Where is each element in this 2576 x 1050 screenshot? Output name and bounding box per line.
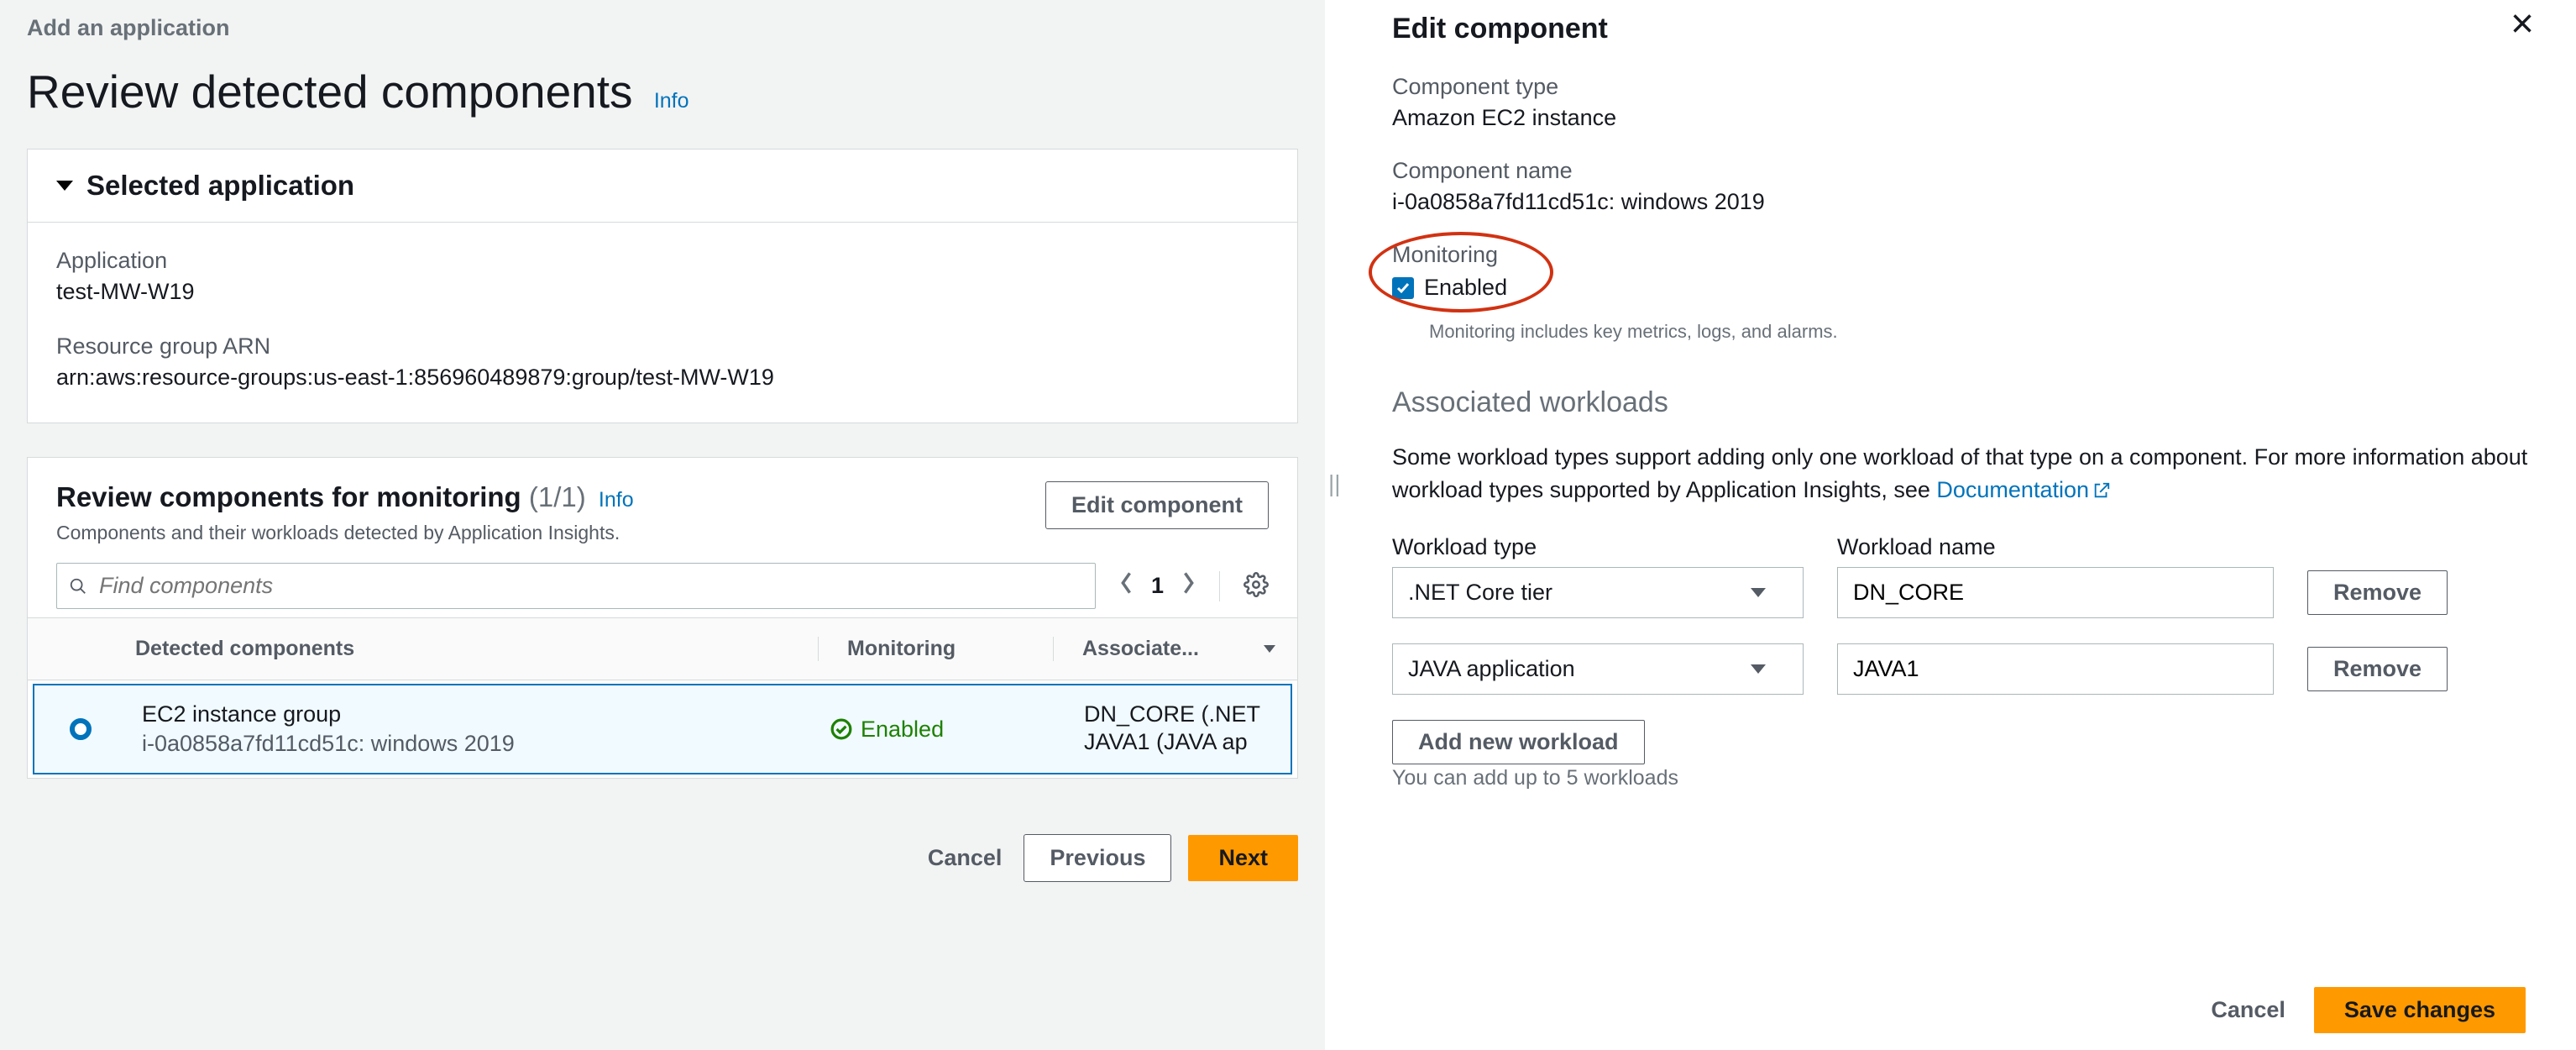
monitoring-status-text: Enabled bbox=[861, 717, 944, 743]
previous-button[interactable]: Previous bbox=[1024, 834, 1171, 882]
pager-current: 1 bbox=[1151, 573, 1164, 599]
application-label: Application bbox=[56, 248, 1269, 274]
external-link-icon bbox=[2092, 476, 2111, 509]
wizard-footer: Cancel Previous Next bbox=[27, 812, 1298, 916]
pager: 1 bbox=[1119, 571, 1196, 601]
col-header-associated[interactable]: Associate... bbox=[1054, 637, 1297, 661]
component-subtitle: i-0a0858a7fd11cd51c: windows 2019 bbox=[142, 731, 812, 757]
selected-application-panel: Selected application Application test-MW… bbox=[27, 149, 1298, 423]
pager-next[interactable] bbox=[1181, 571, 1196, 601]
workload-type-header: Workload type bbox=[1392, 534, 1804, 560]
selected-application-title: Selected application bbox=[86, 170, 354, 202]
pager-prev[interactable] bbox=[1119, 571, 1134, 601]
workload-type-select[interactable]: .NET Core tier bbox=[1392, 567, 1804, 618]
row-radio[interactable] bbox=[70, 718, 92, 740]
list-item: DN_CORE (.NET bbox=[1084, 701, 1269, 727]
search-input[interactable] bbox=[97, 572, 1083, 600]
workload-type-value: JAVA application bbox=[1408, 656, 1575, 682]
remove-workload-button[interactable]: Remove bbox=[2307, 570, 2448, 615]
resource-group-arn-label: Resource group ARN bbox=[56, 333, 1269, 360]
associated-workloads-description: Some workload types support adding only … bbox=[1392, 441, 2534, 509]
monitoring-checkbox[interactable] bbox=[1392, 277, 1414, 299]
col-header-components[interactable]: Detected components bbox=[120, 637, 819, 661]
divider bbox=[1219, 571, 1220, 601]
drawer-cancel-button[interactable]: Cancel bbox=[2206, 996, 2291, 1024]
component-type-value: Amazon EC2 instance bbox=[1392, 105, 2534, 131]
caret-down-icon bbox=[1264, 645, 1275, 653]
left-pane: Add an application Review detected compo… bbox=[0, 0, 1325, 1050]
page-title-text: Review detected components bbox=[27, 66, 633, 118]
workload-name-header: Workload name bbox=[1837, 534, 2274, 560]
table-header: Detected components Monitoring Associate… bbox=[28, 617, 1297, 680]
documentation-link[interactable]: Documentation bbox=[1936, 477, 2111, 502]
component-name-label: Component name bbox=[1392, 158, 2534, 184]
list-item: JAVA1 (JAVA ap bbox=[1084, 729, 1269, 755]
caret-down-icon bbox=[56, 181, 73, 191]
review-subtext: Components and their workloads detected … bbox=[56, 522, 634, 544]
associated-workloads-list: DN_CORE (.NET JAVA1 (JAVA ap bbox=[1055, 701, 1269, 755]
add-new-workload-button[interactable]: Add new workload bbox=[1392, 720, 1645, 764]
check-circle-icon bbox=[830, 718, 852, 740]
info-link[interactable]: Info bbox=[654, 89, 689, 113]
edit-component-drawer: || Edit component × Component type Amazo… bbox=[1325, 0, 2576, 1050]
col-header-associated-text: Associate... bbox=[1082, 637, 1199, 661]
save-changes-button[interactable]: Save changes bbox=[2314, 987, 2526, 1033]
associated-workloads-title: Associated workloads bbox=[1392, 386, 2534, 419]
workload-limit-text: You can add up to 5 workloads bbox=[1392, 766, 2534, 790]
chevron-down-icon bbox=[1751, 588, 1766, 597]
next-button[interactable]: Next bbox=[1188, 835, 1298, 881]
monitoring-checkbox-label: Enabled bbox=[1424, 275, 1507, 301]
review-count: (1/1) bbox=[529, 481, 586, 512]
review-title-text: Review components for monitoring bbox=[56, 481, 521, 512]
search-icon bbox=[69, 577, 87, 596]
workload-row: JAVA application Remove bbox=[1392, 643, 2534, 695]
workload-columns-header: Workload type Workload name bbox=[1392, 534, 2534, 560]
cancel-button[interactable]: Cancel bbox=[923, 844, 1008, 872]
drawer-footer: Cancel Save changes bbox=[1392, 987, 2534, 1033]
gear-icon bbox=[1243, 572, 1269, 597]
monitoring-status: Enabled bbox=[812, 717, 1047, 743]
selected-application-header[interactable]: Selected application bbox=[28, 150, 1297, 223]
remove-workload-button[interactable]: Remove bbox=[2307, 647, 2448, 691]
table-row[interactable]: EC2 instance group i-0a0858a7fd11cd51c: … bbox=[33, 684, 1292, 774]
review-title: Review components for monitoring (1/1) I… bbox=[56, 481, 634, 513]
component-type-label: Component type bbox=[1392, 74, 2534, 100]
check-icon bbox=[1395, 281, 1411, 296]
col-header-monitoring[interactable]: Monitoring bbox=[819, 637, 1054, 661]
drawer-title: Edit component bbox=[1392, 13, 1608, 45]
workload-name-input[interactable] bbox=[1837, 643, 2274, 695]
settings-button[interactable] bbox=[1243, 572, 1269, 600]
workload-row: .NET Core tier Remove bbox=[1392, 567, 2534, 618]
workload-type-select[interactable]: JAVA application bbox=[1392, 643, 1804, 695]
resize-handle[interactable]: || bbox=[1328, 470, 1341, 497]
search-input-wrapper[interactable] bbox=[56, 563, 1096, 609]
component-name-value: i-0a0858a7fd11cd51c: windows 2019 bbox=[1392, 189, 2534, 215]
workload-type-value: .NET Core tier bbox=[1408, 580, 1552, 606]
component-name: EC2 instance group bbox=[142, 701, 812, 727]
breadcrumb: Add an application bbox=[0, 0, 1325, 41]
review-info-link[interactable]: Info bbox=[599, 488, 634, 512]
monitoring-highlight: Monitoring Enabled bbox=[1392, 242, 1537, 312]
monitoring-checkbox-row[interactable]: Enabled bbox=[1392, 275, 1507, 301]
workload-name-input[interactable] bbox=[1837, 567, 2274, 618]
chevron-down-icon bbox=[1751, 664, 1766, 674]
resource-group-arn-value: arn:aws:resource-groups:us-east-1:856960… bbox=[56, 365, 1269, 391]
monitoring-label: Monitoring bbox=[1392, 242, 1507, 268]
application-value: test-MW-W19 bbox=[56, 279, 1269, 305]
edit-component-button[interactable]: Edit component bbox=[1045, 481, 1269, 529]
review-components-panel: Review components for monitoring (1/1) I… bbox=[27, 457, 1298, 779]
monitoring-help-text: Monitoring includes key metrics, logs, a… bbox=[1429, 321, 2534, 343]
page-title: Review detected components Info bbox=[27, 65, 1298, 118]
close-icon[interactable]: × bbox=[2511, 13, 2534, 37]
